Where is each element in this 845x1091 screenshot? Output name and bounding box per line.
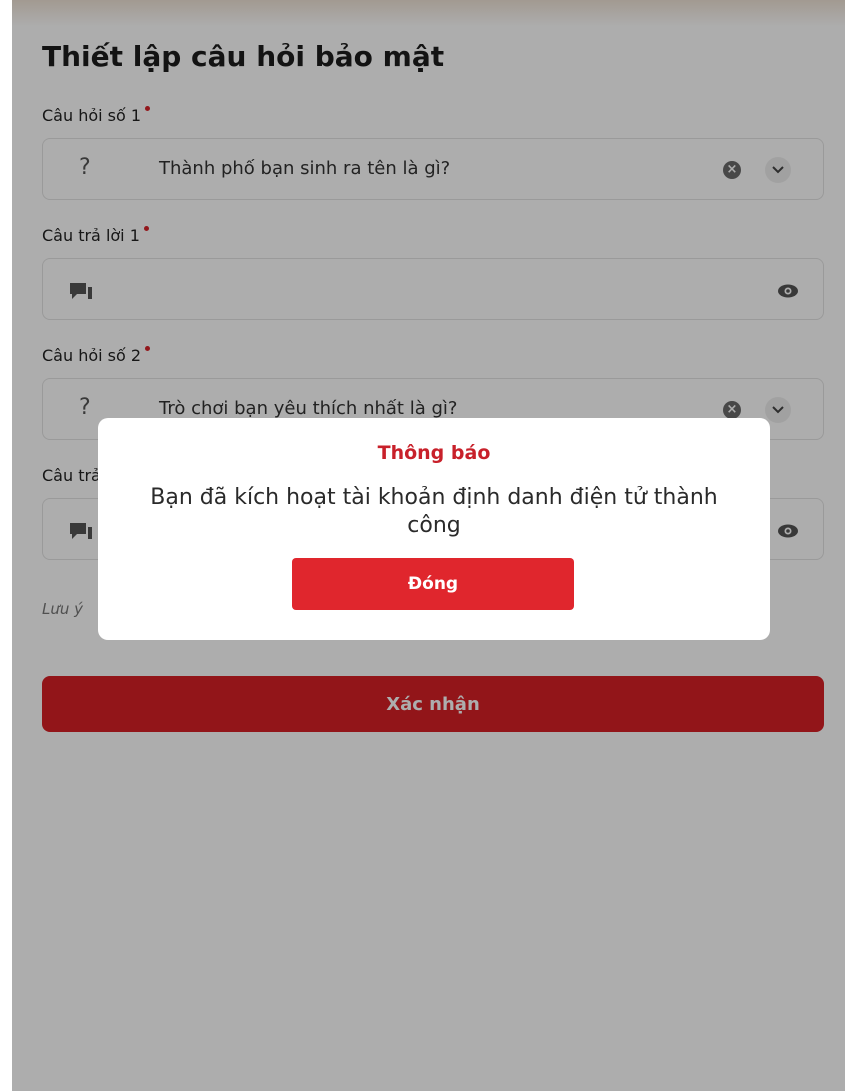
security-question-screen: Thiết lập câu hỏi bảo mật Câu hỏi số 1 ?… xyxy=(12,0,845,1091)
dialog-message: Bạn đã kích hoạt tài khoản định danh điệ… xyxy=(150,485,718,538)
dialog-title: Thông báo xyxy=(377,442,491,464)
notification-dialog: Thông báo Bạn đã kích hoạt tài khoản địn… xyxy=(98,418,770,640)
dialog-close-button[interactable]: Đóng xyxy=(292,558,574,610)
